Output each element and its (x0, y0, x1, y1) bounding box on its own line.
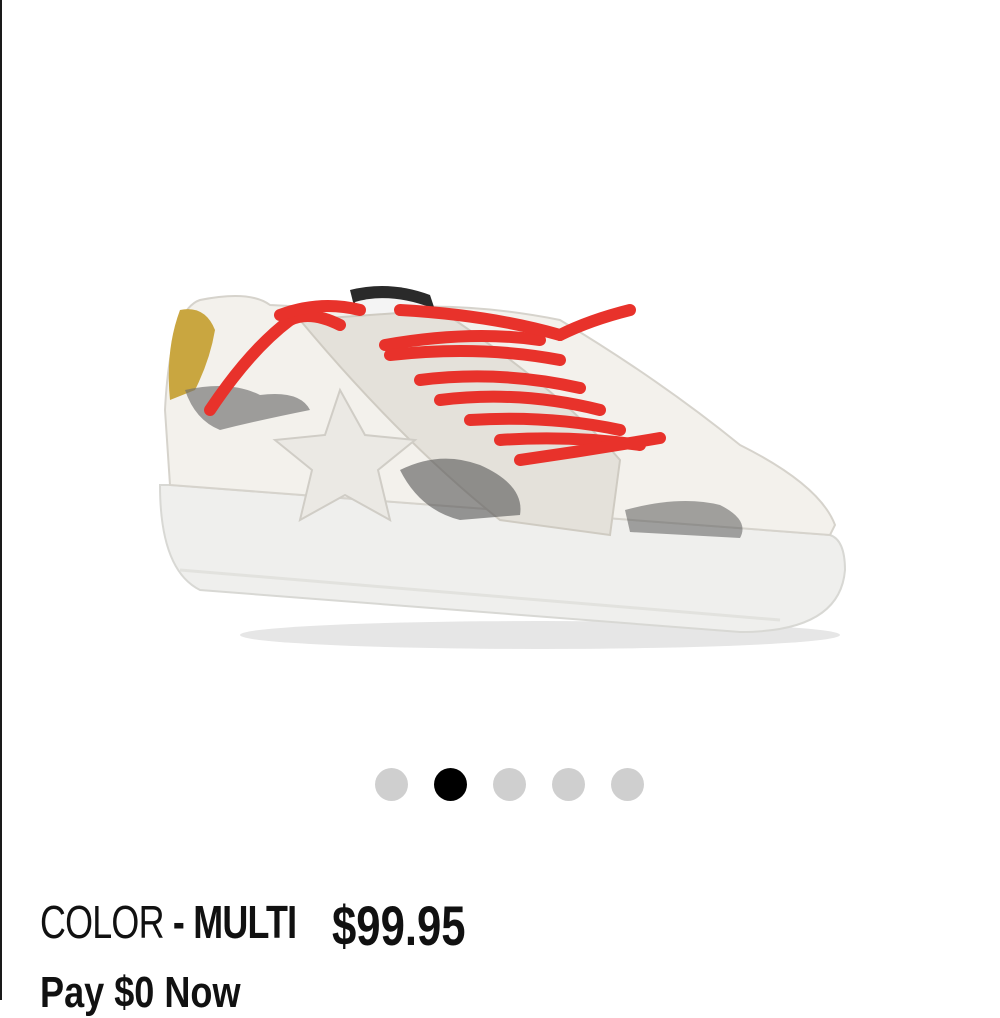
carousel-indicator (0, 768, 1000, 801)
carousel-dot-5[interactable] (610, 768, 644, 801)
color-text: COLOR - MULTI (40, 895, 297, 949)
product-image[interactable] (140, 270, 860, 670)
carousel-dot-3[interactable] (492, 768, 526, 801)
color-value: MULTI (193, 896, 297, 948)
product-price: $99.95 (332, 894, 466, 957)
sneaker-illustration (158, 286, 847, 649)
left-border (0, 0, 2, 1000)
color-info: COLOR - MULTI (40, 895, 369, 949)
color-label: COLOR (40, 896, 164, 948)
pay-now-text: Pay $0 Now (40, 968, 241, 1017)
carousel-dot-1[interactable] (374, 768, 408, 801)
carousel-dot-2-active[interactable] (433, 768, 467, 801)
carousel-dot-4[interactable] (551, 768, 585, 801)
color-separator: - (163, 896, 194, 948)
